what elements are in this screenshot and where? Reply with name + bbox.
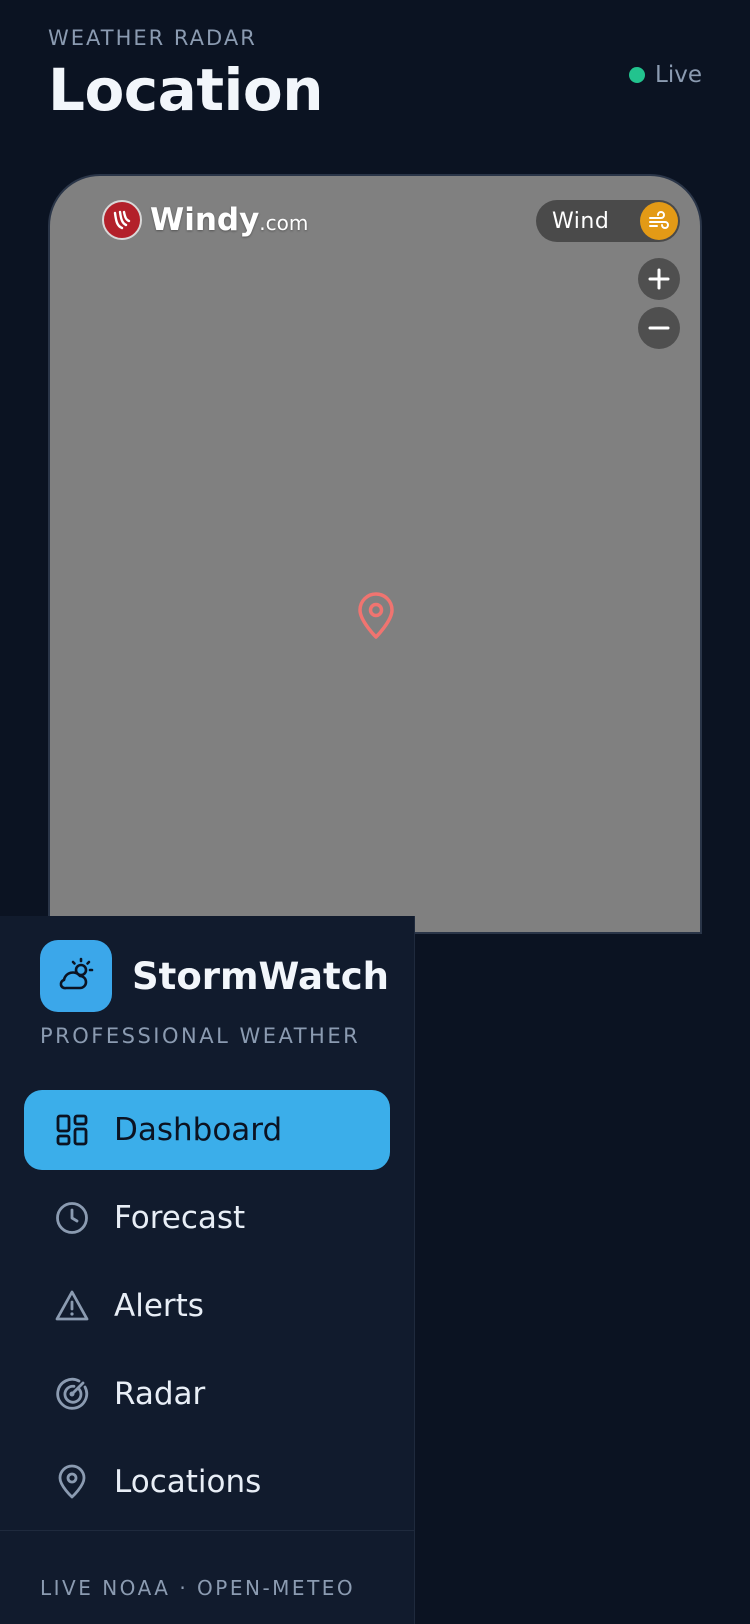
plus-icon <box>648 268 670 290</box>
radar-map[interactable]: Windy.com Wind <box>48 174 702 934</box>
alert-triangle-icon <box>52 1286 92 1326</box>
map-pin-icon <box>52 1462 92 1502</box>
sidebar-item-radar[interactable]: Radar <box>24 1354 390 1434</box>
sidebar-item-label: Locations <box>114 1464 262 1500</box>
sidebar-item-label: Dashboard <box>114 1112 283 1148</box>
sidebar-item-forecast[interactable]: Forecast <box>24 1178 390 1258</box>
sidebar-item-label: Forecast <box>114 1200 246 1236</box>
windy-logo-icon <box>102 200 142 240</box>
dashboard-icon <box>52 1110 92 1150</box>
sidebar: StormWatch PROFESSIONAL WEATHER Dashboar… <box>0 916 415 1624</box>
radar-icon <box>52 1374 92 1414</box>
sidebar-nav: Dashboard Forecast Alerts Radar Location… <box>24 1090 390 1530</box>
page-header: WEATHER RADAR Location Live <box>48 26 702 136</box>
clock-icon <box>52 1198 92 1238</box>
page-kicker: WEATHER RADAR <box>48 26 257 50</box>
zoom-in-button[interactable] <box>638 258 680 300</box>
live-status-label: Live <box>655 62 702 88</box>
sidebar-item-dashboard[interactable]: Dashboard <box>24 1090 390 1170</box>
wind-layer-toggle[interactable]: Wind <box>536 200 680 242</box>
sidebar-item-label: Radar <box>114 1376 206 1412</box>
sidebar-item-alerts[interactable]: Alerts <box>24 1266 390 1346</box>
live-status: Live <box>629 62 702 88</box>
location-pin-icon[interactable] <box>356 592 396 644</box>
cloud-sun-icon <box>40 940 112 1012</box>
page-title: Location <box>48 56 324 124</box>
minus-icon <box>648 326 670 330</box>
wind-layer-label: Wind <box>552 208 610 234</box>
brand-tagline: PROFESSIONAL WEATHER <box>40 1024 361 1048</box>
windy-wordmark: Windy.com <box>150 202 309 238</box>
brand[interactable]: StormWatch <box>40 940 389 1012</box>
data-source-footer: LIVE NOAA · OPEN-METEO <box>40 1576 356 1600</box>
zoom-out-button[interactable] <box>638 307 680 349</box>
wind-icon <box>640 202 678 240</box>
sidebar-item-label: Alerts <box>114 1288 204 1324</box>
live-dot-icon <box>629 67 646 83</box>
sidebar-divider <box>0 1530 414 1531</box>
brand-name: StormWatch <box>132 954 389 998</box>
windy-logo[interactable]: Windy.com <box>102 200 308 240</box>
sidebar-item-locations[interactable]: Locations <box>24 1442 390 1522</box>
